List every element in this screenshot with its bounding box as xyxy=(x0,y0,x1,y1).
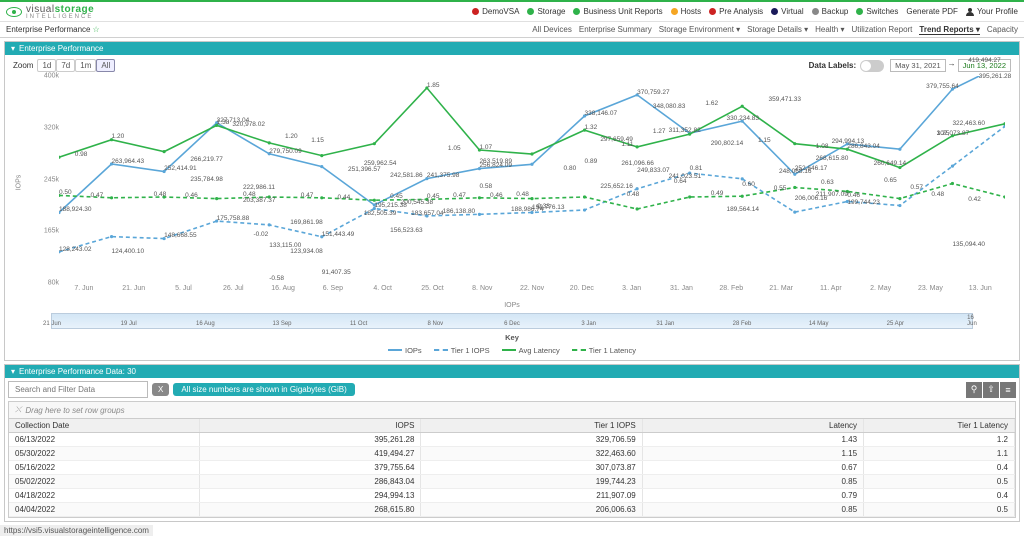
grid-upload-icon[interactable]: ⇧ xyxy=(983,382,999,398)
legend-avg-latency[interactable]: Avg Latency xyxy=(502,346,560,355)
legend-swatch xyxy=(388,349,402,351)
dot-icon xyxy=(472,8,479,15)
dot-icon xyxy=(812,8,819,15)
caret-down-icon: ▾ xyxy=(11,367,15,376)
topnav-hosts[interactable]: Hosts xyxy=(671,7,701,16)
grid-group-drop[interactable]: ⤬Drag here to set row groups xyxy=(9,402,1015,419)
topnav-virtual[interactable]: Virtual xyxy=(771,7,804,16)
topnav-pre-analysis[interactable]: Pre Analysis xyxy=(709,7,763,16)
clear-button[interactable]: X xyxy=(152,383,169,396)
legend-tier-1-latency[interactable]: Tier 1 Latency xyxy=(572,346,636,355)
grid-menu-icon[interactable]: ≡ xyxy=(1000,382,1016,398)
filter-row: X All size numbers are shown in Gigabyte… xyxy=(8,381,1016,398)
menu-right: All Devices Enterprise Summary Storage Env… xyxy=(532,25,1018,35)
zoom-label: Zoom xyxy=(13,61,33,70)
status-bar: https://vsi5.visualstorageintelligence.c… xyxy=(0,525,153,536)
search-input[interactable] xyxy=(8,381,148,398)
data-labels-toggle[interactable]: Data Labels: xyxy=(809,60,885,72)
top-bar: visualstorage INTELLIGENCE DemoVSA Storag… xyxy=(0,0,1024,22)
x-axis: 7. Jun21. Jun5. Jul26. Jul16. Aug6. Sep4… xyxy=(59,285,1005,301)
y-axis-label: IOPs xyxy=(15,174,22,190)
date-to[interactable]: Jun 13, 2022 xyxy=(958,59,1011,72)
x-axis-title: IOPs xyxy=(5,302,1019,309)
table-row[interactable]: 06/13/2022395,261.28329,706.591.431.2 xyxy=(9,433,1015,447)
table-row[interactable]: 05/02/2022286,843.04199,744.230.850.5 xyxy=(9,475,1015,489)
topnav-generate-pdf[interactable]: Generate PDF xyxy=(906,7,958,16)
data-panel: ▾ Enterprise Performance Data: 30 X All … xyxy=(4,364,1020,522)
dot-icon xyxy=(671,8,678,15)
col-latency[interactable]: Latency xyxy=(643,419,864,432)
dot-icon xyxy=(709,8,716,15)
chart-panel-title: Enterprise Performance xyxy=(19,44,103,53)
legend-swatch xyxy=(502,349,516,351)
logo-text: visualstorage INTELLIGENCE xyxy=(26,4,94,20)
data-grid[interactable]: ⤬Drag here to set row groups Collection … xyxy=(8,401,1016,518)
chart-toolbar: Zoom 1d7d1mAll Data Labels: May 31, 2021… xyxy=(5,55,1019,76)
grid-header[interactable]: Collection DateIOPSTier 1 IOPSLatencyTie… xyxy=(9,419,1015,433)
menu-storage-details-[interactable]: Storage Details ▾ xyxy=(747,25,808,35)
chart-legend: Key IOPsTier 1 IOPSAvg LatencyTier 1 Lat… xyxy=(5,331,1019,359)
zoom-7d[interactable]: 7d xyxy=(56,59,75,72)
col-collection-date[interactable]: Collection Date xyxy=(9,419,200,432)
table-row[interactable]: 04/18/2022294,994.13211,907.090.790.4 xyxy=(9,489,1015,503)
dot-icon xyxy=(527,8,534,15)
data-panel-header[interactable]: ▾ Enterprise Performance Data: 30 xyxy=(5,365,1019,378)
table-row[interactable]: 04/04/2022268,615.80206,006.630.850.5 xyxy=(9,503,1015,517)
topnav-your-profile[interactable]: Your Profile xyxy=(966,7,1018,16)
zoom-group: Zoom 1d7d1mAll xyxy=(13,61,115,70)
zoom-1m[interactable]: 1m xyxy=(75,59,96,72)
menu-utilization-report[interactable]: Utilization Report xyxy=(851,25,912,35)
date-from[interactable]: May 31, 2021 xyxy=(890,59,945,72)
menu-bar: Enterprise Performance☆ All Devices Enter… xyxy=(0,22,1024,38)
logo-icon xyxy=(6,7,22,17)
menu-storage-environment-[interactable]: Storage Environment ▾ xyxy=(659,25,740,35)
zoom-All[interactable]: All xyxy=(96,59,115,72)
chart-panel-header[interactable]: ▾ Enterprise Performance xyxy=(5,42,1019,55)
dot-icon xyxy=(573,8,580,15)
y-axis: 400k320k245k165k80k xyxy=(31,76,59,283)
chart-plot[interactable]: 188,924.30128,243.02263,964.43124,400.10… xyxy=(59,76,1005,283)
menu-health-[interactable]: Health ▾ xyxy=(815,25,844,35)
legend-iops[interactable]: IOPs xyxy=(388,346,422,355)
topnav-business-unit-reports[interactable]: Business Unit Reports xyxy=(573,7,662,16)
col-tier-1-latency[interactable]: Tier 1 Latency xyxy=(864,419,1015,432)
table-row[interactable]: 05/16/2022379,755.64307,073.870.670.4 xyxy=(9,461,1015,475)
col-iops[interactable]: IOPS xyxy=(200,419,421,432)
legend-swatch xyxy=(434,349,448,351)
menu-all-devices[interactable]: All Devices xyxy=(532,25,572,35)
top-nav: DemoVSA Storage Business Unit Reports Hosts… xyxy=(472,7,1018,16)
dot-icon xyxy=(856,8,863,15)
chart-area[interactable]: IOPs 400k320k245k165k80k 188,924.30128,2… xyxy=(13,76,1011,301)
menu-capacity[interactable]: Capacity xyxy=(987,25,1018,35)
topnav-backup[interactable]: Backup xyxy=(812,7,849,16)
page-title: Enterprise Performance☆ xyxy=(6,25,100,34)
chart-navigator[interactable]: 21 Jun19 Jul16 Aug13 Sep11 Oct8 Nov6 Dec… xyxy=(51,313,973,329)
drag-icon: ⤬ xyxy=(15,405,21,415)
data-panel-title: Enterprise Performance Data: 30 xyxy=(19,367,136,376)
topnav-storage[interactable]: Storage xyxy=(527,7,565,16)
date-range[interactable]: May 31, 2021 → Jun 13, 2022 xyxy=(890,59,1011,72)
grid-config-icon[interactable]: ⚲ xyxy=(966,382,982,398)
chart-panel: ▾ Enterprise Performance Zoom 1d7d1mAll … xyxy=(4,41,1020,361)
caret-down-icon: ▾ xyxy=(11,44,15,53)
table-row[interactable]: 05/30/2022419,494.27322,463.601.151.1 xyxy=(9,447,1015,461)
star-icon[interactable]: ☆ xyxy=(92,25,99,34)
person-icon xyxy=(966,8,974,16)
col-tier-1-iops[interactable]: Tier 1 IOPS xyxy=(421,419,642,432)
topnav-demovsa[interactable]: DemoVSA xyxy=(472,7,519,16)
zoom-1d[interactable]: 1d xyxy=(37,59,56,72)
legend-swatch xyxy=(572,349,586,351)
legend-tier-1-iops[interactable]: Tier 1 IOPS xyxy=(434,346,490,355)
toggle-icon[interactable] xyxy=(860,60,884,72)
logo[interactable]: visualstorage INTELLIGENCE xyxy=(6,4,94,20)
dot-icon xyxy=(771,8,778,15)
grid-toolbar: ⚲ ⇧ ≡ xyxy=(966,382,1016,398)
size-note-pill[interactable]: All size numbers are shown in Gigabytes … xyxy=(173,383,354,396)
menu-enterprise-summary[interactable]: Enterprise Summary xyxy=(579,25,652,35)
menu-trend-reports-[interactable]: Trend Reports ▾ xyxy=(919,25,979,35)
topnav-switches[interactable]: Switches xyxy=(856,7,898,16)
